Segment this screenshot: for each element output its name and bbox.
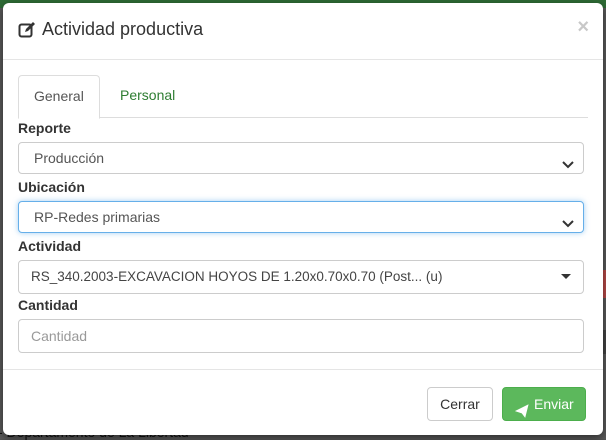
ubicacion-select[interactable]: RP-Redes primarias (18, 201, 584, 233)
modal-tabs: General Personal (18, 75, 588, 119)
reporte-select-value: Producción (34, 150, 105, 166)
paper-plane-icon (514, 397, 529, 418)
tab-personal[interactable]: Personal (105, 75, 190, 116)
caret-down-icon (561, 274, 571, 279)
modal-footer: Cerrar Enviar (3, 369, 603, 435)
modal-header: Actividad productiva × (3, 3, 603, 60)
actividad-select-value: RS_340.2003-EXCAVACION HOYOS DE 1.20x0.7… (31, 269, 443, 284)
send-button-label: Enviar (534, 396, 574, 412)
ubicacion-label: Ubicación (18, 179, 85, 195)
chevron-down-icon (561, 151, 575, 169)
reporte-label: Reporte (18, 120, 71, 136)
modal-title: Actividad productiva (18, 19, 203, 40)
cantidad-label: Cantidad (18, 297, 78, 313)
reporte-select[interactable]: Producción (18, 142, 584, 174)
cantidad-input[interactable] (18, 319, 584, 353)
ubicacion-select-value: RP-Redes primarias (34, 209, 161, 225)
cancel-button[interactable]: Cerrar (427, 387, 493, 421)
send-button[interactable]: Enviar (502, 387, 586, 421)
actividad-label: Actividad (18, 238, 82, 254)
modal-title-text: Actividad productiva (42, 19, 204, 39)
actividad-select[interactable]: RS_340.2003-EXCAVACION HOYOS DE 1.20x0.7… (18, 260, 584, 294)
tab-general[interactable]: General (18, 75, 100, 119)
activity-modal: Actividad productiva × General Personal … (3, 3, 603, 435)
close-button[interactable]: × (577, 17, 589, 37)
edit-icon (18, 21, 36, 39)
chevron-down-icon (561, 210, 575, 228)
